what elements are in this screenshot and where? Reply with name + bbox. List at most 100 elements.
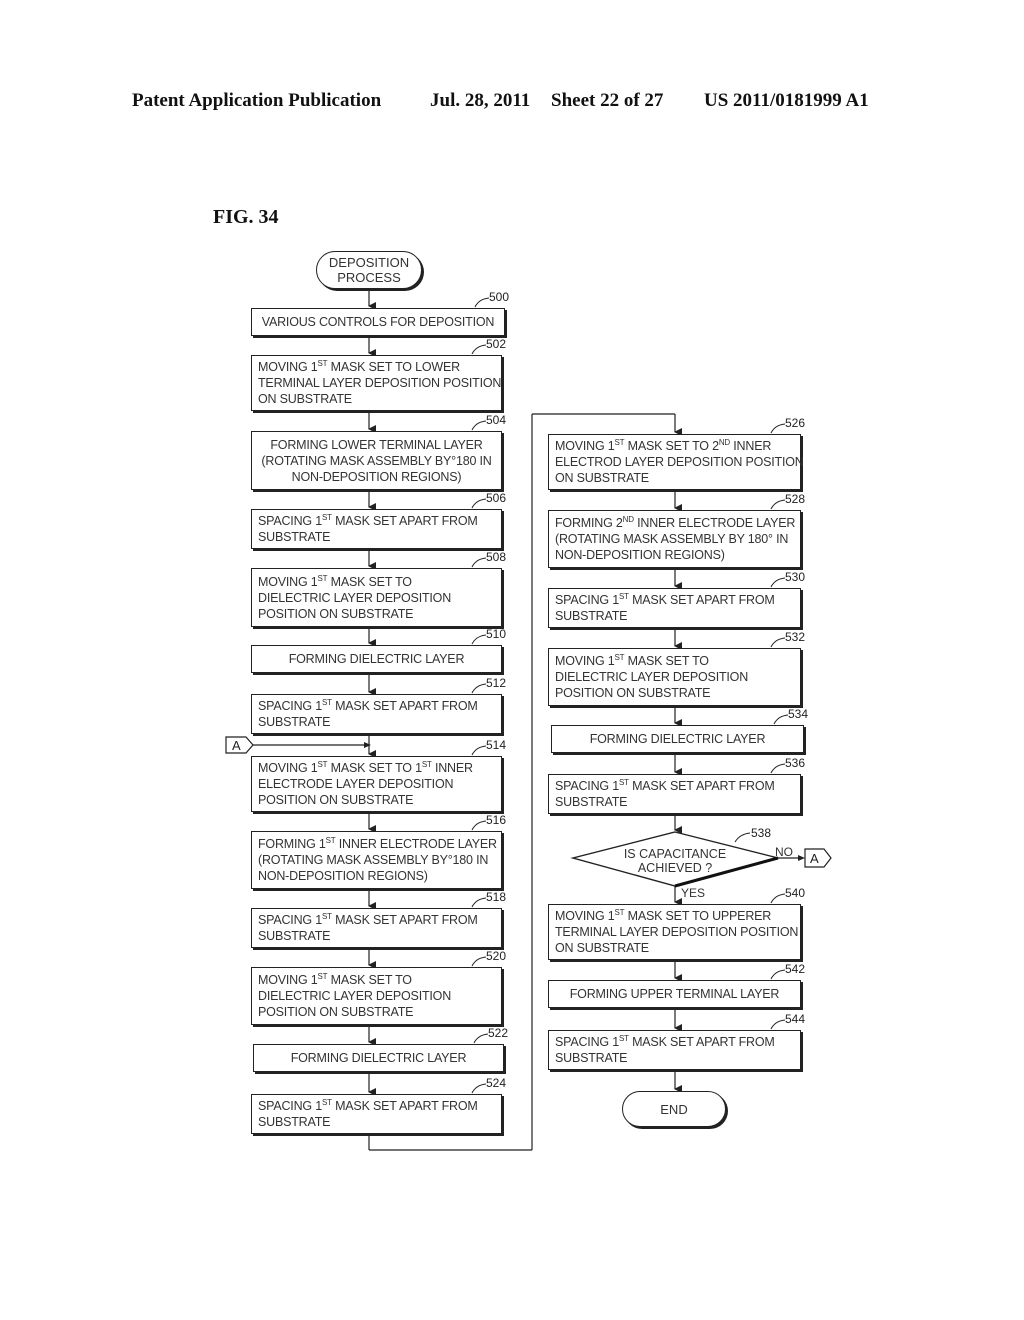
process-step-510: FORMING DIELECTRIC LAYER [251, 645, 502, 673]
process-step-540: MOVING 1ST MASK SET TO UPPERER TERMINAL L… [548, 904, 801, 960]
step-text-line: SPACING 1ST MASK SET APART FROM [258, 1097, 478, 1113]
process-step-544: SPACING 1ST MASK SET APART FROM SUBSTRATE [548, 1030, 801, 1070]
process-step-506: SPACING 1ST MASK SET APART FROM SUBSTRATE [251, 509, 502, 549]
step-text-line: SUBSTRATE [258, 1115, 331, 1129]
ref-leader [471, 498, 487, 509]
step-text-line: ON SUBSTRATE [258, 392, 352, 406]
process-step-526: MOVING 1ST MASK SET TO 2ND INNER ELECTROD… [548, 434, 804, 490]
start-terminal: DEPOSITION PROCESS [316, 251, 422, 289]
step-ref-508: 508 [486, 550, 507, 564]
step-text-line: DIELECTRIC LAYER DEPOSITION [555, 670, 749, 684]
step-ref-544: 544 [785, 1012, 806, 1026]
step-ref-532: 532 [785, 630, 806, 644]
step-ref-516: 516 [486, 813, 507, 827]
process-step-530: SPACING 1ST MASK SET APART FROM SUBSTRATE [548, 588, 801, 628]
step-ref-500: 500 [489, 290, 510, 304]
ref-leader [471, 420, 487, 431]
step-ref-530: 530 [785, 570, 806, 584]
ref-leader [471, 820, 487, 831]
step-ref-514: 514 [486, 738, 507, 752]
step-text-line: SPACING 1ST MASK SET APART FROM [258, 697, 478, 713]
ref-leader [770, 637, 786, 648]
decision-line-1: IS CAPACITANCE [623, 847, 727, 861]
step-ref-528: 528 [785, 492, 806, 506]
step-text-line: POSITION ON SUBSTRATE [555, 686, 711, 700]
ref-leader [770, 423, 786, 434]
process-step-518: SPACING 1ST MASK SET APART FROM SUBSTRATE [251, 908, 502, 948]
end-terminal: END [622, 1091, 726, 1127]
step-text-line: VARIOUS CONTROLS FOR DEPOSITION [261, 315, 495, 329]
step-text-line: (ROTATING MASK ASSEMBLY BY 180° IN [555, 532, 789, 546]
step-text-line: MOVING 1ST MASK SET TO [555, 652, 709, 668]
decision-text: IS CAPACITANCE ACHIEVED ? [600, 847, 750, 875]
ref-leader [770, 1019, 786, 1030]
superscript: ST [317, 759, 328, 769]
step-text-line: FORMING DIELECTRIC LAYER [290, 1051, 467, 1065]
step-text-line: SUBSTRATE [258, 929, 331, 943]
step-text-line: SUBSTRATE [555, 795, 628, 809]
step-ref-512: 512 [486, 676, 507, 690]
ref-leader [471, 557, 487, 568]
step-text-line: MOVING 1ST MASK SET TO [258, 573, 412, 589]
ref-leader [770, 893, 786, 904]
step-text-line: SPACING 1ST MASK SET APART FROM [258, 512, 478, 528]
step-text-line: SPACING 1ST MASK SET APART FROM [258, 911, 478, 927]
step-ref-536: 536 [785, 756, 806, 770]
step-text-line: MOVING 1ST MASK SET TO 2ND INNER [555, 437, 772, 453]
step-text-line: POSITION ON SUBSTRATE [258, 1005, 414, 1019]
step-text-line: SPACING 1ST MASK SET APART FROM [555, 1033, 775, 1049]
connector-a-exit-label: A [810, 851, 819, 866]
process-step-522: FORMING DIELECTRIC LAYER [253, 1044, 504, 1072]
ref-leader [473, 1033, 489, 1044]
step-ref-506: 506 [486, 491, 507, 505]
ref-leader [471, 1083, 487, 1094]
process-step-514: MOVING 1ST MASK SET TO 1ST INNER ELECTROD… [251, 756, 502, 812]
step-text-line: FORMING DIELECTRIC LAYER [589, 732, 766, 746]
decision-line-2: ACHIEVED ? [637, 861, 713, 875]
superscript: ND [718, 437, 730, 447]
process-step-516: FORMING 1ST INNER ELECTRODE LAYER (ROTATI… [251, 831, 502, 889]
step-text-line: (ROTATING MASK ASSEMBLY BY°180 IN [258, 853, 489, 867]
step-ref-518: 518 [486, 890, 507, 904]
ref-leader [474, 297, 490, 308]
step-text-line: ELECTRODE LAYER DEPOSITION [258, 777, 454, 791]
flow-connectors [368, 289, 789, 1151]
process-step-542: FORMING UPPER TERMINAL LAYER [548, 980, 801, 1008]
process-step-528: FORMING 2ND INNER ELECTRODE LAYER (ROTATI… [548, 510, 801, 568]
step-text-line: DIELECTRIC LAYER DEPOSITION [258, 590, 452, 605]
process-step-502: MOVING 1ST MASK SET TO LOWER TERMINAL LAY… [251, 355, 502, 411]
decision-yes-label: YES [681, 886, 706, 900]
process-step-534: FORMING DIELECTRIC LAYER [551, 725, 804, 753]
ref-leader [471, 683, 487, 694]
superscript: ST [614, 652, 625, 662]
step-text-line: TERMINAL LAYER DEPOSITION POSITION [258, 376, 502, 390]
step-text-line: NON-DEPOSITION REGIONS) [555, 548, 725, 562]
superscript: ST [321, 697, 332, 707]
superscript: ST [317, 358, 328, 368]
process-step-520: MOVING 1ST MASK SET TO DIELECTRIC LAYER D… [251, 967, 502, 1025]
step-text-line: ELECTROD LAYER DEPOSITION POSITION [555, 455, 804, 469]
superscript: ST [317, 573, 328, 583]
superscript: ST [321, 1097, 332, 1107]
step-text-line: SPACING 1ST MASK SET APART FROM [555, 591, 775, 607]
ref-leader [471, 634, 487, 645]
superscript: ST [421, 759, 432, 769]
superscript: ST [317, 971, 328, 981]
step-text-line: FORMING UPPER TERMINAL LAYER [569, 987, 780, 1001]
step-text-line: POSITION ON SUBSTRATE [258, 606, 414, 621]
end-label: END [660, 1101, 688, 1117]
ref-leader [770, 577, 786, 588]
step-text-line: MOVING 1ST MASK SET TO 1ST INNER [258, 759, 473, 775]
ref-leader [471, 745, 487, 756]
process-step-524: SPACING 1ST MASK SET APART FROM SUBSTRATE [251, 1094, 502, 1134]
step-text-line: FORMING DIELECTRIC LAYER [288, 652, 465, 666]
step-text-line: (ROTATING MASK ASSEMBLY BY°180 IN [261, 453, 492, 468]
step-text-line: NON-DEPOSITION REGIONS) [258, 869, 428, 883]
ref-leader [770, 499, 786, 510]
step-text-line: NON-DEPOSITION REGIONS) [291, 469, 462, 484]
superscript: ST [321, 911, 332, 921]
step-ref-520: 520 [486, 949, 507, 963]
step-text-line: FORMING LOWER TERMINAL LAYER [270, 437, 483, 452]
step-text-line: ON SUBSTRATE [555, 471, 649, 485]
step-text-line: TERMINAL LAYER DEPOSITION POSITION [555, 925, 799, 939]
